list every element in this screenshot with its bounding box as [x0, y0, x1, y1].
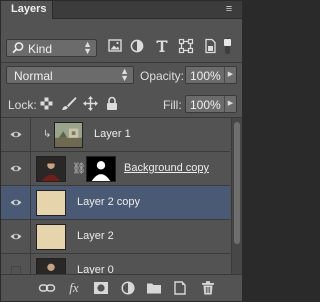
- layer-thumbnail: [36, 156, 66, 182]
- layer-row[interactable]: Layer 2: [1, 220, 230, 254]
- layer-name[interactable]: Background copy: [124, 162, 209, 174]
- layer-mask-thumbnail[interactable]: [86, 156, 116, 182]
- smart-object-filter-icon[interactable]: [201, 38, 219, 54]
- visibility-toggle[interactable]: [1, 118, 31, 152]
- opacity-value: 100%: [190, 69, 221, 83]
- clipping-mask-icon: ↳: [43, 129, 52, 140]
- layer-thumbnail: [54, 122, 83, 148]
- kind-filter-label: Kind: [28, 42, 53, 56]
- opacity-label: Opacity:: [140, 69, 185, 83]
- layer-thumbnail: [36, 258, 66, 274]
- eye-icon: [10, 165, 22, 172]
- blend-mode-label: Normal: [14, 69, 53, 83]
- scrollbar-thumb[interactable]: [234, 122, 240, 244]
- new-layer-icon[interactable]: [171, 280, 189, 296]
- lock-transparent-pixels-icon[interactable]: [40, 97, 53, 110]
- fill-value: 100%: [190, 98, 221, 112]
- trash-icon[interactable]: [199, 280, 217, 296]
- lock-position-icon[interactable]: [83, 96, 98, 111]
- visibility-off-box: [11, 266, 21, 274]
- panel-tabbar: Layers ≡: [1, 1, 242, 19]
- layer-row[interactable]: ↳ Layer 1: [1, 118, 230, 152]
- layers-list: ↳ Layer 1 ⛓ Background copy Layer 2 copy…: [1, 118, 230, 274]
- layer-name[interactable]: Layer 0: [77, 264, 114, 274]
- lock-all-icon[interactable]: [106, 96, 118, 111]
- search-icon: [12, 42, 24, 54]
- layer-thumbnail: [36, 190, 66, 216]
- visibility-toggle[interactable]: [1, 152, 31, 186]
- new-adjustment-layer-icon[interactable]: [119, 280, 137, 296]
- eye-icon: [10, 131, 22, 138]
- opacity-field[interactable]: 100% ▶: [185, 66, 237, 84]
- fill-field[interactable]: 100% ▶: [185, 95, 237, 113]
- add-layer-mask-icon[interactable]: [92, 280, 110, 296]
- visibility-toggle[interactable]: [1, 220, 31, 254]
- lock-image-pixels-icon[interactable]: [61, 96, 77, 111]
- pixel-layer-filter-icon[interactable]: [106, 38, 124, 54]
- adjustment-layer-filter-icon[interactable]: [128, 38, 146, 54]
- eye-icon: [10, 199, 22, 206]
- layer-row[interactable]: Layer 0: [1, 254, 230, 274]
- layer-name[interactable]: Layer 1: [94, 128, 131, 140]
- kind-filter-select[interactable]: Kind ▲ ▼: [6, 39, 97, 57]
- layers-footer: fx: [1, 274, 242, 301]
- layers-panel: Layers ≡ Kind ▲ ▼ Normal ▲ ▼ Opacity: 10…: [0, 0, 243, 302]
- shape-layer-filter-icon[interactable]: [177, 38, 195, 54]
- fill-label: Fill:: [163, 98, 182, 112]
- eye-icon: [10, 233, 22, 240]
- lock-label: Lock:: [8, 98, 37, 112]
- layer-name[interactable]: Layer 2 copy: [77, 196, 140, 208]
- visibility-toggle[interactable]: [1, 254, 31, 274]
- filter-toggle-switch[interactable]: [223, 38, 233, 54]
- chevron-right-icon[interactable]: ▶: [224, 67, 236, 83]
- panel-menu-icon[interactable]: ≡: [222, 3, 236, 15]
- layer-style-fx-button[interactable]: fx: [65, 280, 83, 296]
- link-icon[interactable]: ⛓: [72, 162, 86, 175]
- blend-row: Normal ▲ ▼ Opacity: 100% ▶: [1, 64, 242, 88]
- layer-name[interactable]: Layer 2: [77, 230, 114, 242]
- layer-row[interactable]: ⛓ Background copy: [1, 152, 230, 186]
- layer-thumbnail: [36, 224, 66, 250]
- link-layers-icon[interactable]: [38, 280, 56, 296]
- divider: [1, 62, 242, 63]
- chevron-updown-icon: ▲ ▼: [83, 39, 92, 56]
- tab-layers[interactable]: Layers: [1, 1, 53, 19]
- new-group-folder-icon[interactable]: [145, 280, 163, 296]
- layer-row-selected[interactable]: Layer 2 copy: [1, 186, 230, 220]
- layers-scrollbar[interactable]: [231, 118, 242, 274]
- chevron-right-icon[interactable]: ▶: [224, 96, 236, 112]
- chevron-updown-icon: ▲ ▼: [120, 66, 129, 83]
- type-layer-filter-icon[interactable]: [153, 38, 171, 54]
- visibility-toggle[interactable]: [1, 186, 31, 220]
- blend-mode-select[interactable]: Normal ▲ ▼: [6, 66, 134, 84]
